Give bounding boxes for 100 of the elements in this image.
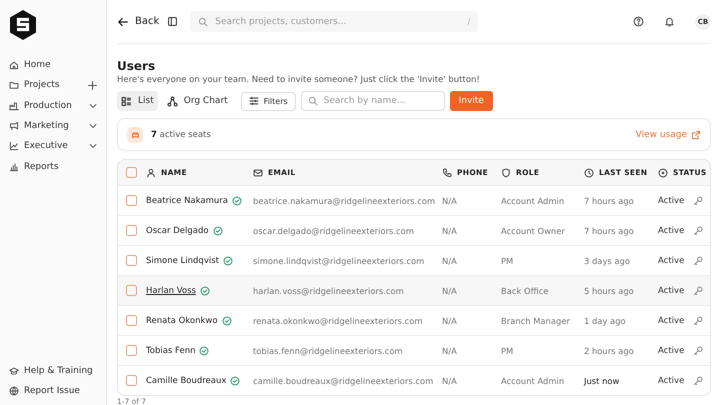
table-cell-text: Account Owner bbox=[501, 226, 566, 236]
folder-icon bbox=[9, 80, 19, 90]
row-checkbox[interactable] bbox=[126, 345, 137, 356]
table-cell-text: beatrice.nakamura@ridgelineexteriors.com bbox=[253, 196, 436, 206]
view-tab[interactable]: Org Chart bbox=[162, 91, 232, 111]
row-checkbox[interactable] bbox=[126, 285, 137, 296]
user-name-link[interactable]: Camille Boudreaux bbox=[146, 376, 226, 386]
sidebar-item[interactable]: Home bbox=[0, 55, 106, 76]
table-cell-text: N/A bbox=[442, 286, 458, 296]
table-cell-text: tobias.fenn@ridgelineexteriors.com bbox=[253, 346, 404, 356]
table-cell-text: oscar.delgado@ridgelineexteriors.com bbox=[253, 226, 415, 236]
sidebar-item[interactable]: Reports bbox=[0, 156, 106, 177]
clock-icon bbox=[584, 168, 594, 178]
sidebar-item[interactable]: Projects bbox=[0, 75, 106, 96]
filters-button[interactable]: Filters bbox=[240, 92, 296, 110]
table-cell-text: N/A bbox=[442, 256, 458, 266]
user-name-link[interactable]: Harlan Voss bbox=[146, 286, 196, 296]
table-cell-text: Account Admin bbox=[501, 196, 566, 206]
select-all-checkbox[interactable] bbox=[126, 167, 137, 178]
megaphone-icon bbox=[9, 121, 19, 132]
table-cell-text: camille.boudreaux@ridgelineexteriors.com bbox=[253, 376, 434, 386]
globe-icon bbox=[9, 386, 19, 396]
key-button[interactable] bbox=[693, 196, 704, 206]
table-cell-text: N/A bbox=[442, 226, 458, 236]
status-text: Active bbox=[658, 376, 684, 386]
page-subtitle: Here's everyone on your team. Need to invite someone? Just click the 'Invite' button! bbox=[117, 75, 481, 85]
table-cell-text: Branch Manager bbox=[501, 316, 571, 326]
table-row[interactable]: Camille Boudreaux camille.boudreaux@ridgelineexteriors.com N/A Account Admin Just now Active bbox=[118, 365, 710, 395]
table-cell-text: N/A bbox=[442, 346, 458, 356]
view-tab[interactable]: List bbox=[117, 91, 158, 111]
table-row[interactable]: Renata Okonkwo renata.okonkwo@ridgelineexteriors.com N/A Branch Manager 1 day ago Active bbox=[118, 305, 710, 335]
key-button[interactable] bbox=[693, 226, 704, 236]
back-button[interactable]: Back bbox=[117, 16, 160, 28]
user-name-link[interactable]: Simone Lindqvist bbox=[146, 256, 219, 266]
table-cell-text: PM bbox=[501, 346, 514, 356]
table-row[interactable]: Beatrice Nakamura beatrice.nakamura@ridgelineexteriors.com N/A Account Admin 7 hours ago Active bbox=[118, 185, 710, 215]
key-button[interactable] bbox=[693, 286, 704, 296]
user-name-link[interactable]: Beatrice Nakamura bbox=[146, 196, 228, 206]
table-cell-text: N/A bbox=[442, 196, 458, 206]
table-cell-text: Back Office bbox=[501, 286, 550, 296]
search-icon bbox=[308, 96, 318, 106]
panel-icon bbox=[167, 16, 178, 27]
logo-icon bbox=[8, 9, 38, 41]
table-row[interactable]: Oscar Delgado oscar.delgado@ridgelineexteriors.com N/A Account Owner 7 hours ago Active bbox=[118, 215, 710, 245]
help-icon bbox=[633, 16, 644, 27]
status-text: Active bbox=[658, 286, 684, 296]
status-text: Active bbox=[658, 316, 684, 326]
phone-icon bbox=[442, 168, 452, 178]
plus-icon bbox=[87, 80, 98, 91]
key-button[interactable] bbox=[693, 256, 704, 266]
sidebar-item[interactable]: Report Issue bbox=[0, 380, 106, 401]
table-cell-text: 5 hours ago bbox=[584, 286, 635, 296]
external-link-icon bbox=[691, 130, 701, 140]
bell-icon bbox=[664, 16, 675, 27]
sidebar-item[interactable]: Production bbox=[0, 96, 106, 116]
home-icon bbox=[9, 60, 19, 70]
key-button[interactable] bbox=[693, 346, 704, 356]
status-text: Active bbox=[658, 256, 684, 266]
sidebar-item[interactable]: Help & Training bbox=[0, 360, 106, 381]
row-checkbox[interactable] bbox=[126, 225, 137, 236]
bar-chart-icon bbox=[9, 162, 19, 172]
table-cell-text: 7 hours ago bbox=[584, 196, 635, 206]
list-icon bbox=[121, 96, 132, 106]
table-cell-text: Just now bbox=[584, 376, 620, 386]
notification-button[interactable] bbox=[664, 16, 675, 27]
table-cell-text: 7 hours ago bbox=[584, 226, 635, 236]
status-text: Active bbox=[658, 226, 684, 236]
table-cell-text: Account Admin bbox=[501, 376, 566, 386]
row-checkbox[interactable] bbox=[126, 255, 137, 266]
key-button[interactable] bbox=[693, 316, 704, 326]
page-title: Users bbox=[117, 59, 156, 73]
shield-icon bbox=[501, 168, 511, 178]
seat-icon bbox=[130, 130, 140, 139]
row-checkbox[interactable] bbox=[126, 195, 137, 206]
seats-count-text: 7 active seats bbox=[151, 130, 212, 140]
user-name-link[interactable]: Tobias Fenn bbox=[146, 346, 196, 356]
table-row[interactable]: Harlan Voss harlan.voss@ridgelineexteriors.com N/A Back Office 5 hours ago Active bbox=[118, 275, 710, 305]
status-icon bbox=[658, 168, 668, 178]
user-name-link[interactable]: Oscar Delgado bbox=[146, 226, 209, 236]
table-cell-text: 3 days ago bbox=[584, 256, 631, 266]
sidebar-item[interactable]: Marketing bbox=[0, 116, 106, 136]
key-button[interactable] bbox=[693, 376, 704, 386]
table-row[interactable]: Tobias Fenn tobias.fenn@ridgelineexteriors.com N/A PM 2 hours ago Active bbox=[118, 335, 710, 365]
table-cell-text: N/A bbox=[442, 376, 458, 386]
table-cell-text: harlan.voss@ridgelineexteriors.com bbox=[253, 286, 405, 296]
sidebar-item[interactable]: Executive bbox=[0, 136, 106, 156]
filter-icon bbox=[248, 96, 259, 106]
row-checkbox[interactable] bbox=[126, 375, 137, 386]
mail-icon bbox=[253, 168, 263, 178]
help-button[interactable] bbox=[633, 16, 644, 27]
line-chart-icon bbox=[9, 141, 19, 152]
search-icon bbox=[198, 16, 208, 26]
table-cell-text: renata.okonkwo@ridgelineexteriors.com bbox=[253, 316, 424, 326]
status-text: Active bbox=[658, 346, 684, 356]
sidebar-toggle-button[interactable] bbox=[167, 16, 178, 27]
graduation-cap-icon bbox=[9, 366, 19, 376]
user-name-link[interactable]: Renata Okonkwo bbox=[146, 316, 218, 326]
table-cell-text: 2 hours ago bbox=[584, 346, 635, 356]
row-checkbox[interactable] bbox=[126, 315, 137, 326]
table-cell-text: N/A bbox=[442, 316, 458, 326]
